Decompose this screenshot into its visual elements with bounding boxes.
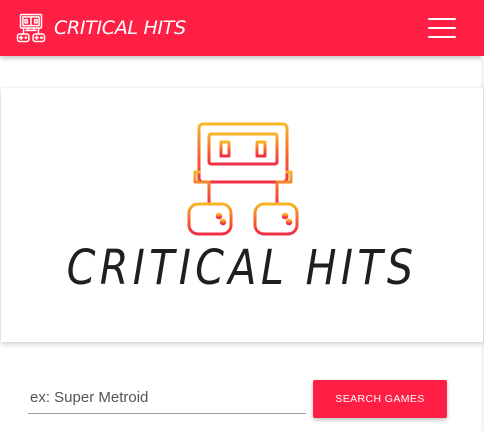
menu-bar-bottom [428, 36, 456, 38]
brand-link[interactable]: CRITICAL HITS [16, 13, 186, 43]
menu-bar-middle [428, 27, 456, 29]
search-games-button[interactable]: SEARCH GAMES [313, 380, 447, 418]
arcade-controllers-icon [16, 13, 46, 43]
hamburger-menu-button[interactable] [428, 15, 456, 41]
brand-title: CRITICAL HITS [54, 17, 186, 39]
hero-title: CRITICAL HITS [66, 240, 418, 296]
hero-card: CRITICAL HITS [1, 88, 483, 342]
arcade-controllers-logo-icon [185, 122, 301, 238]
game-search-input[interactable] [28, 382, 306, 414]
navbar: CRITICAL HITS [0, 0, 484, 56]
page: CRITICAL HITS CRITICAL HITS ex: Super Me… [0, 0, 484, 431]
menu-bar-top [428, 18, 456, 20]
